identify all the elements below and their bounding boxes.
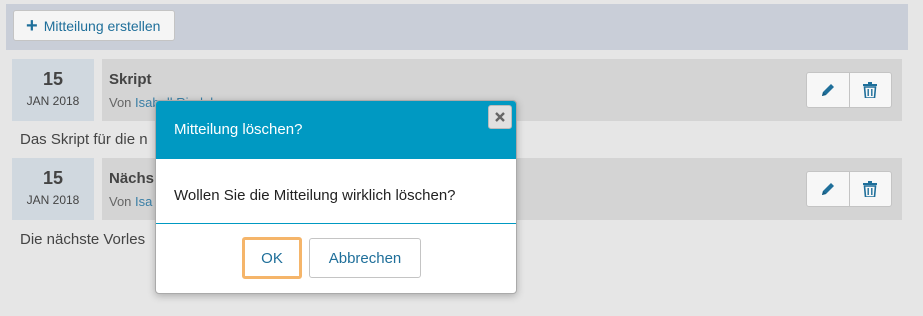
message-title: Skript — [109, 71, 152, 88]
delete-button[interactable] — [850, 172, 892, 206]
dialog-header: Mitteilung löschen? — [156, 101, 516, 159]
dialog-title: Mitteilung löschen? — [174, 121, 303, 138]
create-message-label: Mitteilung erstellen — [43, 17, 161, 34]
ok-button[interactable]: OK — [242, 237, 302, 279]
trash-icon — [863, 82, 878, 98]
author-prefix: Von — [109, 194, 132, 209]
delete-button[interactable] — [850, 73, 892, 107]
message-title: Nächs — [109, 170, 155, 187]
message-actions — [806, 171, 892, 207]
author-link[interactable]: Isa — [135, 194, 152, 209]
date-month: JAN 2018 — [26, 94, 80, 108]
toolbar: + Mitteilung erstellen — [6, 4, 908, 50]
date-box: 15 JAN 2018 — [12, 158, 94, 220]
create-message-button[interactable]: + Mitteilung erstellen — [13, 10, 175, 41]
date-box: 15 JAN 2018 — [12, 59, 94, 121]
pencil-icon — [821, 84, 834, 96]
dialog-close-button[interactable] — [488, 105, 512, 129]
message-author: Von Isa — [109, 194, 152, 209]
date-day: 15 — [42, 69, 64, 89]
close-icon — [495, 112, 505, 122]
dialog-divider — [156, 223, 516, 224]
dialog-message: Wollen Sie die Mitteilung wirklich lösch… — [174, 187, 456, 204]
date-month: JAN 2018 — [26, 193, 80, 207]
trash-icon — [863, 181, 878, 197]
delete-dialog: Mitteilung löschen? Wollen Sie die Mitte… — [155, 100, 517, 294]
plus-icon: + — [26, 14, 38, 37]
message-text: Die nächste Vorles — [20, 231, 146, 248]
edit-button[interactable] — [807, 172, 850, 206]
edit-button[interactable] — [807, 73, 850, 107]
date-day: 15 — [42, 168, 64, 188]
author-prefix: Von — [109, 95, 132, 110]
message-actions — [806, 72, 892, 108]
cancel-button[interactable]: Abbrechen — [309, 238, 421, 278]
pencil-icon — [821, 183, 834, 195]
message-text: Das Skript für die n — [20, 131, 148, 148]
